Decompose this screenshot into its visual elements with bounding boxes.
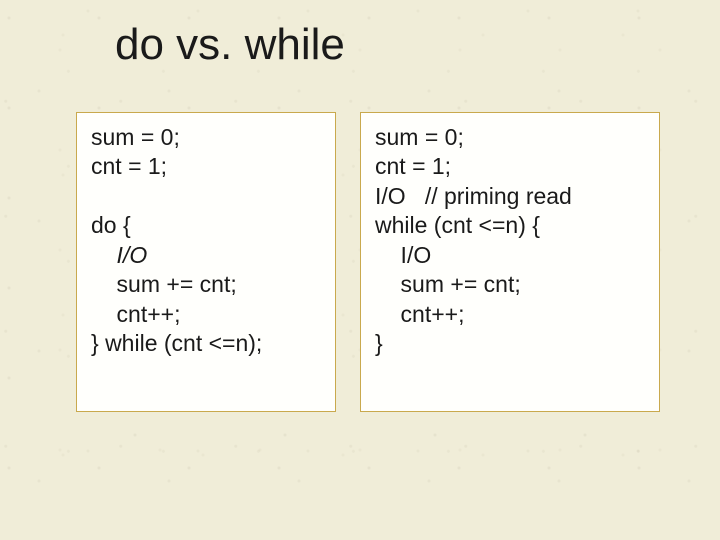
code-line: cnt++; xyxy=(375,300,645,329)
code-line: cnt++; xyxy=(91,300,321,329)
code-line: sum = 0; xyxy=(375,123,645,152)
code-line: cnt = 1; xyxy=(375,152,645,181)
while-code-box: sum = 0; cnt = 1; I/O // priming read wh… xyxy=(360,112,660,412)
do-while-code-box: sum = 0; cnt = 1; do { I/O sum += cnt; c… xyxy=(76,112,336,412)
code-line: cnt = 1; xyxy=(91,152,321,181)
blank-line xyxy=(91,182,321,211)
code-line: while (cnt <=n) { xyxy=(375,211,645,240)
code-line: do { xyxy=(91,211,321,240)
code-line: sum = 0; xyxy=(91,123,321,152)
code-line: } xyxy=(375,329,645,358)
code-line: sum += cnt; xyxy=(375,270,645,299)
code-line: I/O xyxy=(91,241,321,270)
code-line: } while (cnt <=n); xyxy=(91,329,321,358)
code-line: sum += cnt; xyxy=(91,270,321,299)
code-line: I/O xyxy=(375,241,645,270)
code-line: I/O // priming read xyxy=(375,182,645,211)
slide-title: do vs. while xyxy=(115,20,345,70)
